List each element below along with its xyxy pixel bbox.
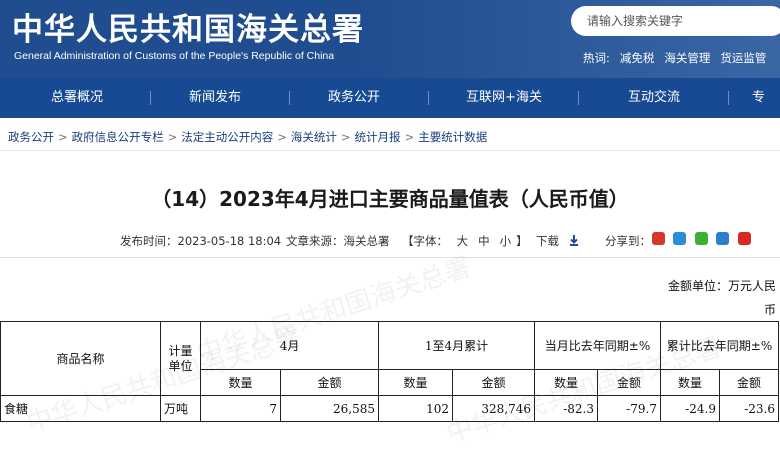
- breadcrumb-separator-icon: >: [167, 130, 178, 144]
- breadcrumb-separator-icon: >: [277, 130, 287, 144]
- breadcrumb-separator-icon: >: [58, 130, 68, 144]
- column-header-name: 商品名称: [0, 321, 161, 396]
- share-weibo-icon[interactable]: [652, 232, 665, 245]
- font-size-close: 】: [516, 234, 528, 248]
- cell-name: 食糖: [0, 395, 161, 422]
- hot-words: 热词: 减免税 海关管理 货运监管: [583, 50, 776, 66]
- hot-word-link[interactable]: 减免税: [620, 51, 655, 65]
- nav-item-gov-affairs[interactable]: 政务公开: [289, 78, 419, 118]
- page-title: （14）2023年4月进口主要商品量值表（人民币值）: [151, 187, 629, 211]
- nav-item-news[interactable]: 新闻发布: [150, 78, 280, 118]
- subheader-amount: 金额: [452, 369, 536, 396]
- table-header-row: 商品名称 计量单位 4月 1至4月累计 当月比去年同期±% 累计比去年同期±%: [0, 321, 780, 396]
- subheader-qty: 数量: [200, 369, 281, 396]
- cell-month-amount: 26,585: [279, 395, 380, 422]
- nav-item-interaction[interactable]: 互动交流: [589, 78, 719, 118]
- subheader-amount: 金额: [279, 369, 380, 396]
- breadcrumb-separator-icon: >: [404, 130, 415, 144]
- subheader-amount: 金额: [597, 369, 662, 396]
- data-table: 商品名称 计量单位 4月 1至4月累计 当月比去年同期±% 累计比去年同期±% …: [0, 321, 780, 422]
- table-row: 食糖 万吨 7 26,585 102 328,746 -82.3 -79.7 -…: [0, 395, 780, 422]
- subheader-qty: 数量: [660, 369, 721, 396]
- hot-word-link[interactable]: 货运监管: [720, 51, 766, 65]
- download-button[interactable]: 下载: [536, 233, 579, 249]
- column-header-month: 4月: [199, 321, 380, 370]
- column-header-ytd-yoy: 累计比去年同期±%: [660, 321, 780, 370]
- share-renren-icon[interactable]: [738, 232, 751, 245]
- column-header-ytd: 1至4月累计: [378, 321, 536, 370]
- subheader-qty: 数量: [378, 369, 454, 396]
- share-qq-icon[interactable]: [716, 232, 729, 245]
- share-label: 分享到：: [605, 234, 651, 248]
- cell-ytd-amount: 328,746: [452, 395, 536, 422]
- nav-item-internet-customs[interactable]: 互联网+海关: [439, 78, 569, 118]
- font-small-button[interactable]: 小: [500, 234, 512, 248]
- cell-unit: 万吨: [160, 395, 201, 422]
- breadcrumb-separator-icon: >: [340, 130, 351, 144]
- search-box: [571, 6, 780, 36]
- breadcrumb: 政务公开 > 政府信息公开专栏 > 法定主动公开内容 > 海关统计 > 统计月报 > 主要统计数据: [8, 129, 487, 145]
- share-wechat-icon[interactable]: [695, 232, 708, 245]
- cell-month-qty-yoy: -82.3: [534, 395, 599, 422]
- breadcrumb-rule: [0, 150, 780, 151]
- breadcrumb-link[interactable]: 海关统计: [291, 130, 337, 144]
- font-size-label: 【字体：: [402, 234, 448, 248]
- article-source: 文章来源：海关总署: [286, 234, 390, 248]
- breadcrumb-link[interactable]: 主要统计数据: [418, 130, 487, 144]
- site-logo-cn[interactable]: 中华人民共和国海关总署: [12, 4, 364, 49]
- font-medium-button[interactable]: 中: [478, 234, 490, 248]
- nav-separator: [578, 91, 579, 105]
- breadcrumb-link[interactable]: 政府信息公开专栏: [72, 130, 164, 144]
- nav-separator: [728, 91, 729, 105]
- unit-note-line-1: 金额单位：万元人民: [667, 279, 776, 293]
- nav-item-special[interactable]: 专: [752, 78, 780, 118]
- nav-item-overview[interactable]: 总署概况: [12, 78, 142, 118]
- hot-words-label: 热词:: [583, 51, 610, 65]
- cell-ytd-qty-yoy: -24.9: [660, 395, 721, 422]
- hot-word-link[interactable]: 海关管理: [664, 51, 710, 65]
- main-nav: 总署概况 新闻发布 政务公开 互联网+海关 互动交流 专: [0, 78, 780, 118]
- subheader-qty: 数量: [534, 369, 599, 396]
- breadcrumb-link[interactable]: 政务公开: [8, 130, 54, 144]
- publish-time: 发布时间：2023-05-18 18:04: [120, 234, 282, 248]
- share-qzone-icon[interactable]: [673, 232, 686, 245]
- download-icon: [569, 235, 578, 246]
- subheader-amount: 金额: [719, 369, 780, 396]
- site-logo-en: General Administration of Customs of the…: [14, 50, 335, 62]
- cell-ytd-qty: 102: [378, 395, 454, 422]
- breadcrumb-link[interactable]: 法定主动公开内容: [181, 130, 273, 144]
- font-size-control: 【字体： 大中小】: [402, 233, 528, 249]
- download-label: 下载: [536, 234, 559, 248]
- site-header: 中华人民共和国海关总署 General Administration of Cu…: [0, 0, 780, 78]
- column-header-unit: 计量单位: [160, 321, 201, 396]
- cell-month-amount-yoy: -79.7: [597, 395, 662, 422]
- content-divider: [0, 257, 780, 258]
- nav-separator: [428, 91, 429, 105]
- unit-note-line-2: 币: [763, 303, 776, 317]
- search-input[interactable]: [571, 6, 777, 36]
- breadcrumb-link[interactable]: 统计月报: [355, 130, 401, 144]
- cell-ytd-amount-yoy: -23.6: [719, 395, 780, 422]
- font-large-button[interactable]: 大: [457, 234, 469, 248]
- column-header-month-yoy: 当月比去年同期±%: [534, 321, 662, 370]
- cell-month-qty: 7: [200, 395, 281, 422]
